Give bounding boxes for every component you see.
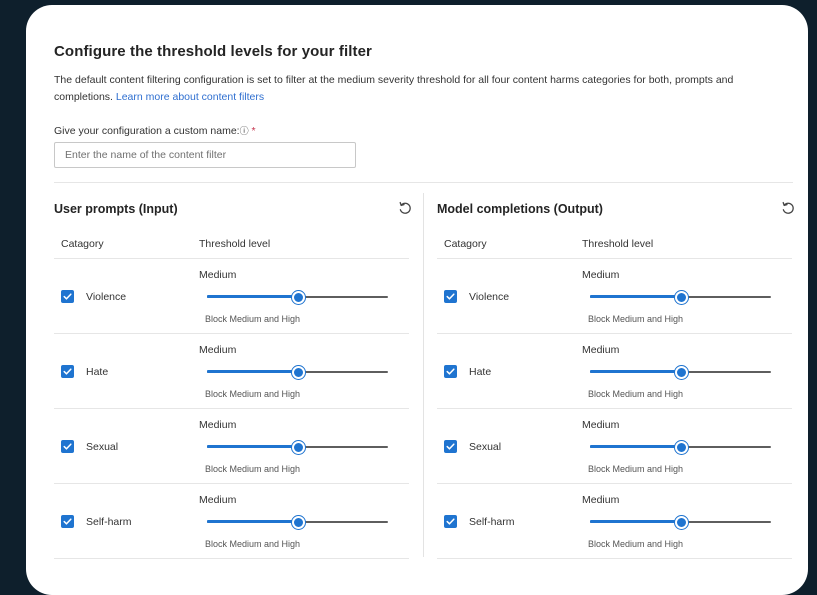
category-row: Self-harm Medium Block Medium and High [54,484,409,559]
user-prompts-panel: User prompts (Input) Catagory Threshold … [54,193,411,559]
category-checkbox[interactable] [61,365,74,378]
learn-more-link[interactable]: Learn more about content filters [116,91,264,103]
threshold-slider[interactable] [207,441,388,454]
threshold-slider[interactable] [207,516,388,529]
threshold-description: Block Medium and High [205,389,301,399]
slider-fill [590,445,681,448]
threshold-level-label: Medium [582,494,620,506]
slider-fill [207,370,298,373]
threshold-description: Block Medium and High [588,539,684,549]
column-header-threshold: Threshold level [582,238,654,250]
column-header-category: Catagory [444,238,487,250]
threshold-slider[interactable] [590,516,771,529]
threshold-slider[interactable] [590,366,771,379]
slider-thumb[interactable] [291,366,305,379]
panel-title: Model completions (Output) [437,202,603,216]
category-checkbox[interactable] [444,440,457,453]
category-row: Violence Medium Block Medium and High [437,259,792,334]
page-title: Configure the threshold levels for your … [54,43,372,60]
checkmark-icon [446,443,455,450]
category-checkbox[interactable] [444,365,457,378]
panel-title: User prompts (Input) [54,202,178,216]
category-label: Violence [469,291,510,303]
category-label: Hate [86,366,109,378]
threshold-level-label: Medium [199,494,237,506]
threshold-description: Block Medium and High [205,539,301,549]
name-label-text: Give your configuration a custom name: [54,125,240,137]
checkmark-icon [446,518,455,525]
reset-icon[interactable] [780,200,796,216]
category-rows: Violence Medium Block Medium and High Ha… [437,259,792,559]
category-row: Hate Medium Block Medium and High [437,334,792,409]
info-icon[interactable]: ⓘ [240,126,249,136]
category-label: Self-harm [469,516,515,528]
filter-name-input[interactable] [54,142,356,168]
checkmark-icon [63,368,72,375]
reset-icon[interactable] [397,200,413,216]
slider-fill [590,520,681,523]
category-label: Sexual [469,441,502,453]
threshold-description: Block Medium and High [205,464,301,474]
slider-fill [207,520,298,523]
category-row: Sexual Medium Block Medium and High [437,409,792,484]
panel-divider [423,193,424,557]
required-asterisk: * [251,125,256,137]
category-label: Hate [469,366,492,378]
category-row: Sexual Medium Block Medium and High [54,409,409,484]
slider-thumb[interactable] [291,441,305,454]
slider-thumb[interactable] [674,291,688,304]
category-checkbox[interactable] [444,515,457,528]
slider-fill [590,370,681,373]
category-rows: Violence Medium Block Medium and High Ha… [54,259,409,559]
threshold-level-label: Medium [199,269,237,281]
checkmark-icon [63,518,72,525]
threshold-slider[interactable] [207,366,388,379]
section-divider [54,182,793,183]
slider-fill [590,295,681,298]
slider-thumb[interactable] [291,291,305,304]
panel-header: User prompts (Input) [54,193,411,225]
category-checkbox[interactable] [61,515,74,528]
column-header-threshold: Threshold level [199,238,271,250]
threshold-slider[interactable] [207,291,388,304]
slider-thumb[interactable] [674,516,688,529]
name-field-label: Give your configuration a custom name:ⓘ … [54,124,256,137]
panel-header: Model completions (Output) [437,193,794,225]
threshold-description: Block Medium and High [588,389,684,399]
category-label: Self-harm [86,516,132,528]
column-header-category: Catagory [61,238,104,250]
column-headers: Catagory Threshold level [54,225,409,259]
category-row: Violence Medium Block Medium and High [54,259,409,334]
slider-thumb[interactable] [674,441,688,454]
threshold-level-label: Medium [582,419,620,431]
column-headers: Catagory Threshold level [437,225,792,259]
category-label: Violence [86,291,127,303]
threshold-level-label: Medium [199,419,237,431]
content-filter-card: Configure the threshold levels for your … [26,5,808,595]
threshold-level-label: Medium [199,344,237,356]
model-completions-panel: Model completions (Output) Catagory Thre… [437,193,794,559]
slider-fill [207,295,298,298]
threshold-description: Block Medium and High [588,314,684,324]
checkmark-icon [63,443,72,450]
checkmark-icon [446,293,455,300]
threshold-level-label: Medium [582,269,620,281]
category-checkbox[interactable] [444,290,457,303]
category-row: Self-harm Medium Block Medium and High [437,484,792,559]
category-row: Hate Medium Block Medium and High [54,334,409,409]
slider-thumb[interactable] [291,516,305,529]
checkmark-icon [63,293,72,300]
description: The default content filtering configurat… [54,72,789,106]
threshold-description: Block Medium and High [205,314,301,324]
checkmark-icon [446,368,455,375]
slider-thumb[interactable] [674,366,688,379]
slider-fill [207,445,298,448]
threshold-description: Block Medium and High [588,464,684,474]
threshold-level-label: Medium [582,344,620,356]
threshold-slider[interactable] [590,441,771,454]
category-checkbox[interactable] [61,440,74,453]
category-checkbox[interactable] [61,290,74,303]
category-label: Sexual [86,441,119,453]
threshold-slider[interactable] [590,291,771,304]
